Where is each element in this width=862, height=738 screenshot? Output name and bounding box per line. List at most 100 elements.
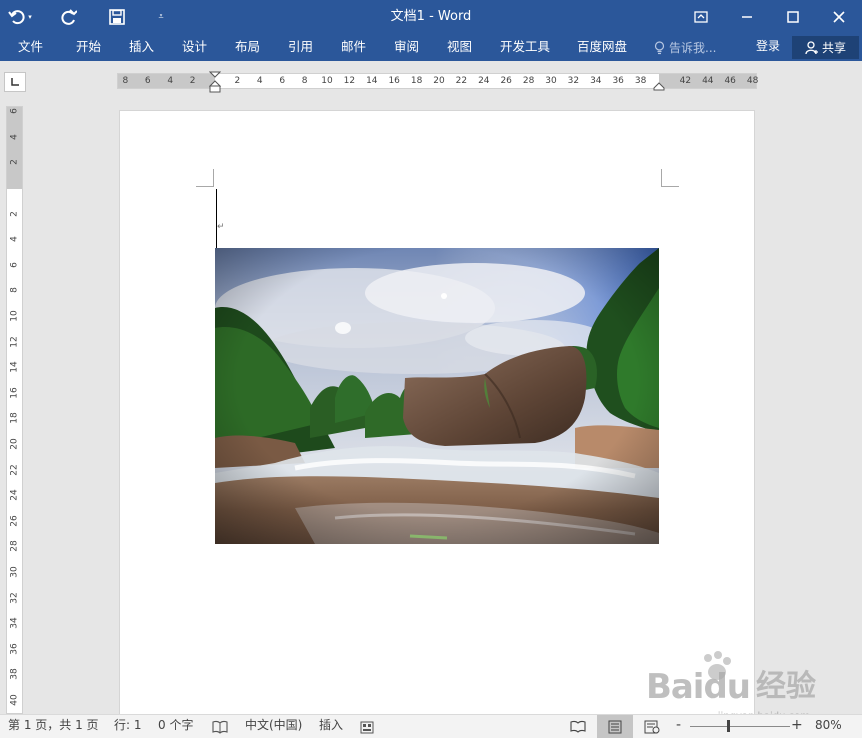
customize-qat-button[interactable]: ⩡ (144, 0, 178, 34)
minimize-icon (742, 16, 752, 18)
ruler-tick-label: 26 (500, 76, 512, 86)
ribbon-tabs: 文件 开始 插入 设计 布局 引用 邮件 审阅 视图 开发工具 百度网盘 告诉我… (0, 34, 862, 61)
ruler-tick-label: 38 (634, 76, 647, 86)
proofing-book-icon (212, 720, 228, 734)
ruler-tick-label: 28 (9, 540, 20, 553)
ruler-tick-label: 38 (9, 668, 20, 681)
vertical-ruler[interactable]: 6 4 2 2 4 6 8 10 12 14 16 18 20 22 24 26 28 30 32 34 36 38 40 (6, 106, 23, 714)
macro-record-icon (360, 721, 374, 733)
undo-dropdown-icon: ▾ (28, 13, 32, 21)
ruler-tick-label: 2 (9, 210, 20, 217)
zoom-slider-thumb[interactable] (727, 720, 730, 732)
person-add-icon (805, 40, 818, 54)
language[interactable]: 中文(中国) (245, 715, 302, 738)
ruler-tick-label: 36 (612, 76, 624, 86)
ruler-tick-label: 10 (9, 310, 20, 322)
macro-recording[interactable] (360, 715, 374, 738)
page-count[interactable]: 第 1 页，共 1 页 (8, 715, 99, 738)
zoom-in-button[interactable]: + (791, 715, 803, 738)
ruler-tick-label: 2 (234, 76, 241, 86)
ruler-tick-label: 34 (590, 76, 602, 86)
ruler-tick-label: 4 (9, 133, 20, 140)
maximize-icon (787, 11, 799, 23)
ruler-tick-label: 4 (9, 236, 20, 243)
ribbon-display-options-button[interactable] (678, 0, 724, 34)
ruler-tick-label: 32 (567, 76, 580, 86)
tab-view[interactable]: 视图 (447, 34, 472, 61)
document-page[interactable]: ↵ (119, 110, 755, 716)
ruler-tick-label: 8 (9, 287, 20, 294)
save-icon (109, 9, 125, 25)
tab-references[interactable]: 引用 (288, 34, 313, 61)
crop-mark-top-right (661, 169, 679, 187)
tab-home[interactable]: 开始 (76, 34, 101, 61)
window-controls (678, 0, 862, 34)
ruler-tick-label: 6 (9, 261, 20, 268)
tab-design[interactable]: 设计 (182, 34, 207, 61)
lightbulb-icon (654, 40, 665, 54)
minimize-button[interactable] (724, 0, 770, 34)
print-layout-icon (608, 720, 622, 733)
ruler-tick-label: 4 (167, 76, 174, 86)
ruler-tick-label: 26 (9, 515, 20, 527)
quick-access-toolbar: ▾ ⩡ (0, 0, 178, 34)
redo-button[interactable] (52, 0, 86, 34)
customize-qat-icon: ⩡ (158, 12, 164, 22)
proofing-status[interactable] (212, 715, 228, 738)
word-count[interactable]: 0 个字 (158, 715, 193, 738)
right-indent-marker[interactable] (653, 82, 665, 91)
ruler-tick-label: 18 (410, 76, 423, 86)
ruler-tick-label: 48 (746, 76, 759, 86)
horizontal-ruler[interactable]: 8 6 4 2 2 4 6 8 10 12 14 16 18 20 22 24 26 28 30 32 34 36 38 42… (117, 71, 759, 93)
ruler-tick-label: 46 (724, 76, 736, 86)
tell-me-box[interactable]: 告诉我... (654, 34, 716, 61)
ruler-tick-label: 18 (9, 412, 20, 425)
landscape-photo[interactable] (215, 248, 659, 544)
left-tab-icon (11, 78, 19, 86)
ruler-tick-label: 2 (189, 76, 196, 86)
ruler-tick-label: 22 (455, 76, 468, 86)
undo-icon (8, 10, 25, 25)
ruler-tick-label: 28 (522, 76, 535, 86)
tab-mailings[interactable]: 邮件 (341, 34, 366, 61)
zoom-level[interactable]: 80% (815, 715, 842, 738)
share-button[interactable]: 共享 (792, 36, 859, 59)
print-layout-button[interactable] (597, 715, 633, 738)
maximize-button[interactable] (770, 0, 816, 34)
ruler-tick-label: 44 (702, 76, 714, 86)
ruler-tick-label: 10 (321, 76, 333, 86)
tab-layout[interactable]: 布局 (235, 34, 260, 61)
insert-mode[interactable]: 插入 (319, 715, 343, 738)
zoom-out-button[interactable]: - (676, 715, 681, 738)
ruler-tick-label: 8 (122, 76, 129, 86)
ruler-tick-label: 20 (9, 438, 20, 450)
ruler-tick-label: 16 (9, 387, 20, 399)
tab-baidu-netdisk[interactable]: 百度网盘 (577, 34, 627, 61)
close-button[interactable] (816, 0, 862, 34)
indent-markers[interactable] (209, 71, 221, 99)
tab-file[interactable]: 文件 (18, 34, 43, 61)
ruler-tick-label: 24 (478, 76, 490, 86)
tab-review[interactable]: 审阅 (394, 34, 419, 61)
save-button[interactable] (100, 0, 134, 34)
tab-insert[interactable]: 插入 (129, 34, 154, 61)
undo-button[interactable]: ▾ (0, 0, 40, 34)
tab-stop-selector[interactable] (4, 72, 26, 92)
ruler-tick-label: 40 (9, 694, 20, 706)
watermark-brand-cn: 经验 (756, 669, 816, 704)
close-icon (833, 11, 845, 23)
ruler-tick-label: 6 (9, 108, 20, 115)
ruler-tick-label: 4 (256, 76, 263, 86)
web-layout-icon (644, 720, 660, 733)
zoom-slider-track[interactable] (690, 726, 790, 727)
tab-developer[interactable]: 开发工具 (500, 34, 550, 61)
login-link[interactable]: 登录 (756, 34, 780, 61)
ruler-tick-label: 42 (679, 76, 692, 86)
ruler-tick-label: 24 (9, 489, 20, 501)
ruler-tick-label: 6 (144, 76, 151, 86)
web-layout-button[interactable] (634, 715, 670, 738)
ruler-tick-label: 16 (388, 76, 400, 86)
line-number[interactable]: 行: 1 (114, 715, 142, 738)
ruler-tick-label: 34 (9, 617, 20, 629)
read-mode-button[interactable] (560, 715, 596, 738)
